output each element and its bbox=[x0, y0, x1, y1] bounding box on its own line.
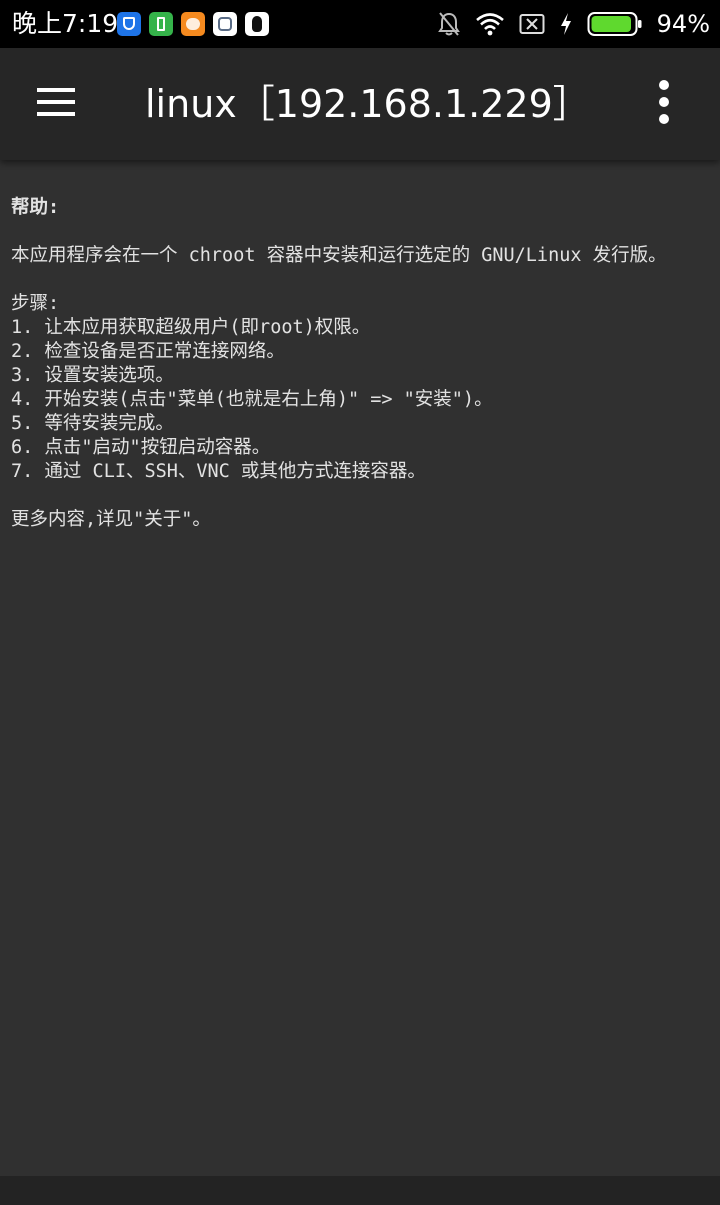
hamburger-menu-icon bbox=[37, 87, 75, 121]
status-time: 晚上7:19 bbox=[12, 9, 119, 38]
uc-browser-icon bbox=[181, 12, 205, 36]
battery-icon bbox=[587, 11, 643, 37]
step-item: 6. 点击"启动"按钮启动容器。 bbox=[11, 437, 271, 458]
mute-bell-icon bbox=[437, 11, 461, 37]
qq-penguin-icon bbox=[245, 12, 269, 36]
step-item: 5. 等待安装完成。 bbox=[11, 413, 174, 434]
overflow-menu-button[interactable] bbox=[636, 74, 692, 134]
app-bar: linux［192.168.1.229］ bbox=[0, 48, 720, 160]
step-item: 7. 通过 CLI、SSH、VNC 或其他方式连接容器。 bbox=[11, 461, 426, 482]
step-item: 2. 检查设备是否正常连接网络。 bbox=[11, 341, 285, 362]
steps-heading: 步骤: bbox=[11, 293, 60, 314]
wifi-icon bbox=[475, 12, 505, 36]
no-sim-icon bbox=[519, 13, 545, 35]
notification-icons bbox=[117, 12, 269, 36]
app-title: linux［192.168.1.229］ bbox=[145, 82, 591, 126]
help-footer: 更多内容,详见"关于"。 bbox=[11, 509, 211, 530]
help-content: 帮助: 本应用程序会在一个 chroot 容器中安装和运行选定的 GNU/Lin… bbox=[11, 196, 711, 532]
help-heading: 帮助: bbox=[11, 197, 60, 218]
step-item: 4. 开始安装(点击"菜单(也就是右上角)" => "安装")。 bbox=[11, 389, 493, 410]
battery-percent: 94% bbox=[656, 10, 710, 38]
battery-saver-icon bbox=[149, 12, 173, 36]
step-item: 3. 设置安装选项。 bbox=[11, 365, 174, 386]
status-bar: 晚上7:19 94% bbox=[0, 0, 720, 48]
step-item: 1. 让本应用获取超级用户(即root)权限。 bbox=[11, 317, 371, 338]
bottom-navigation-edge bbox=[0, 1176, 720, 1205]
charging-bolt-icon bbox=[559, 12, 573, 36]
window-app-icon bbox=[213, 12, 237, 36]
more-vert-icon bbox=[658, 79, 670, 129]
system-icons: 94% bbox=[437, 8, 710, 40]
battery-fill bbox=[591, 16, 631, 32]
menu-button[interactable] bbox=[24, 74, 88, 134]
help-intro: 本应用程序会在一个 chroot 容器中安装和运行选定的 GNU/Linux 发… bbox=[11, 245, 667, 266]
security-shield-icon bbox=[117, 12, 141, 36]
